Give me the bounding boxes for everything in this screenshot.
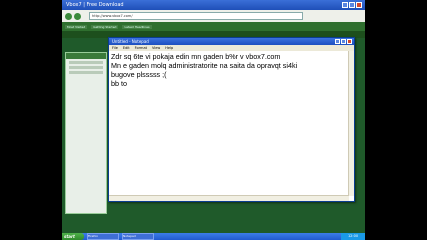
side-panel-line [69, 61, 103, 64]
notepad-text-area[interactable]: Zdr sq 6te vi pokaja edin mn gaden b%r v… [111, 52, 348, 195]
browser-title: Vbox7 | Free Download [66, 2, 124, 8]
browser-title-bar[interactable]: Vbox7 | Free Download [62, 0, 365, 10]
bookmark-item[interactable]: Getting Started [91, 24, 119, 29]
taskbar-item-notepad[interactable]: Notepad [122, 233, 154, 240]
bookmark-item[interactable]: Latest Headlines [122, 24, 152, 29]
browser-window-controls [342, 2, 362, 8]
menu-file[interactable]: File [112, 45, 118, 51]
text-line: Mn e gaden molq administratorite na sait… [111, 61, 298, 70]
notepad-window: Untitled - Notepad File Edit Format View… [108, 37, 355, 202]
notepad-menu-bar: File Edit Format View Help [109, 45, 354, 51]
side-panel-line [69, 71, 103, 74]
taskbar: start Firefox Notepad 12:00 [62, 233, 365, 240]
start-button[interactable]: start [62, 233, 84, 240]
page-side-panel [65, 52, 107, 214]
text-line: bb to [111, 79, 127, 88]
text-line: bugove plsssss ;( [111, 70, 167, 79]
close-icon[interactable] [347, 39, 352, 44]
menu-edit[interactable]: Edit [123, 45, 130, 51]
taskbar-item-firefox[interactable]: Firefox [87, 233, 119, 240]
text-line: Zdr sq 6te vi pokaja edin mn gaden b%r v… [111, 52, 281, 61]
bookmarks-bar: Most Visited Getting Started Latest Head… [62, 22, 365, 31]
horizontal-scrollbar[interactable] [109, 195, 349, 201]
menu-view[interactable]: View [152, 45, 160, 51]
close-icon[interactable] [356, 2, 362, 8]
forward-icon[interactable] [74, 12, 81, 20]
vertical-scrollbar[interactable] [348, 51, 354, 196]
menu-format[interactable]: Format [135, 45, 147, 51]
notepad-window-controls [335, 39, 352, 44]
browser-navigation-bar: http://www.vbox7.com/ [62, 10, 365, 22]
system-tray-clock: 12:00 [341, 233, 365, 240]
notepad-title: Untitled - Notepad [112, 39, 149, 44]
maximize-icon[interactable] [341, 39, 346, 44]
maximize-icon[interactable] [349, 2, 355, 8]
side-panel-line [69, 66, 103, 69]
minimize-icon[interactable] [335, 39, 340, 44]
side-panel-header [66, 53, 106, 59]
back-icon[interactable] [65, 12, 72, 20]
desktop-screen: Vbox7 | Free Download http://www.vbox7.c… [62, 0, 365, 240]
menu-help[interactable]: Help [165, 45, 173, 51]
bookmark-item[interactable]: Most Visited [65, 24, 88, 29]
address-bar[interactable]: http://www.vbox7.com/ [89, 12, 303, 20]
notepad-title-bar[interactable]: Untitled - Notepad [109, 38, 354, 45]
minimize-icon[interactable] [342, 2, 348, 8]
